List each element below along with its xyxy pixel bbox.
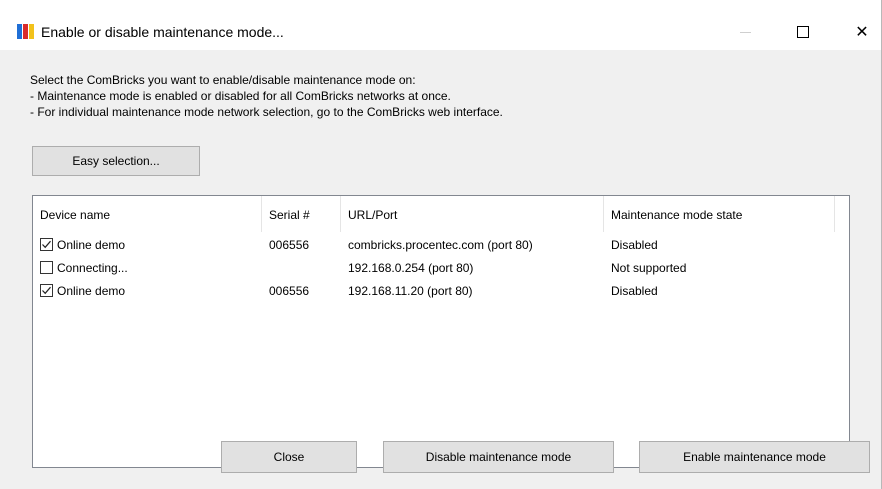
column-header-url-port[interactable]: URL/Port [341, 196, 603, 232]
table-row[interactable]: Online demo 006556 combricks.procentec.com… [33, 234, 849, 257]
table-row[interactable]: Online demo 006556 192.168.11.20 (port 80)… [33, 280, 849, 303]
column-divider[interactable] [834, 196, 835, 232]
url-port-cell: 192.168.11.20 (port 80) [348, 284, 473, 298]
combricks-app-icon [17, 24, 34, 39]
url-port-cell: 192.168.0.254 (port 80) [348, 261, 474, 275]
serial-cell: 006556 [269, 284, 310, 298]
minimize-button[interactable] [730, 19, 760, 45]
instruction-line: - Maintenance mode is enabled or disable… [30, 89, 451, 103]
dialog-content: Select the ComBricks you want to enable/… [0, 50, 881, 489]
close-button[interactable]: Close [221, 441, 357, 473]
window-title: Enable or disable maintenance mode... [41, 24, 284, 40]
url-port-cell: combricks.procentec.com (port 80) [348, 238, 533, 252]
instruction-line: Select the ComBricks you want to enable/… [30, 73, 416, 87]
disable-maintenance-mode-button[interactable]: Disable maintenance mode [383, 441, 614, 473]
enable-maintenance-mode-button[interactable]: Enable maintenance mode [639, 441, 870, 473]
instructions: Select the ComBricks you want to enable/… [30, 72, 830, 120]
close-icon: ✕ [855, 22, 869, 41]
device-list[interactable]: Device name Serial # URL/Port Maintenanc… [32, 195, 850, 468]
device-name-cell: Online demo [57, 284, 126, 298]
column-header-device-name[interactable]: Device name [33, 196, 261, 232]
table-row[interactable]: Connecting... 192.168.0.254 (port 80) Not … [33, 257, 849, 280]
maximize-button[interactable] [788, 19, 818, 45]
checkbox-unchecked[interactable] [40, 261, 53, 274]
minimize-icon [739, 31, 751, 33]
checkmark-icon [42, 286, 51, 295]
checkbox-checked[interactable] [40, 284, 53, 297]
maximize-icon [797, 26, 809, 38]
maintenance-state-cell: Disabled [611, 284, 658, 298]
checkbox-checked[interactable] [40, 238, 53, 251]
title-bar[interactable]: Enable or disable maintenance mode... ✕ [0, 0, 881, 50]
instruction-line: - For individual maintenance mode networ… [30, 105, 503, 119]
maintenance-state-cell: Not supported [611, 261, 687, 275]
device-name-cell: Online demo [57, 238, 126, 252]
column-header-maintenance-state[interactable]: Maintenance mode state [604, 196, 834, 232]
close-window-button[interactable]: ✕ [847, 19, 877, 45]
list-header: Device name Serial # URL/Port Maintenanc… [33, 196, 849, 232]
column-header-serial[interactable]: Serial # [262, 196, 340, 232]
maintenance-state-cell: Disabled [611, 238, 658, 252]
maintenance-mode-dialog: Enable or disable maintenance mode... ✕ … [0, 0, 882, 489]
device-name-cell: Connecting... [57, 261, 128, 275]
serial-cell: 006556 [269, 238, 310, 252]
checkmark-icon [42, 240, 51, 249]
easy-selection-button[interactable]: Easy selection... [32, 146, 200, 176]
